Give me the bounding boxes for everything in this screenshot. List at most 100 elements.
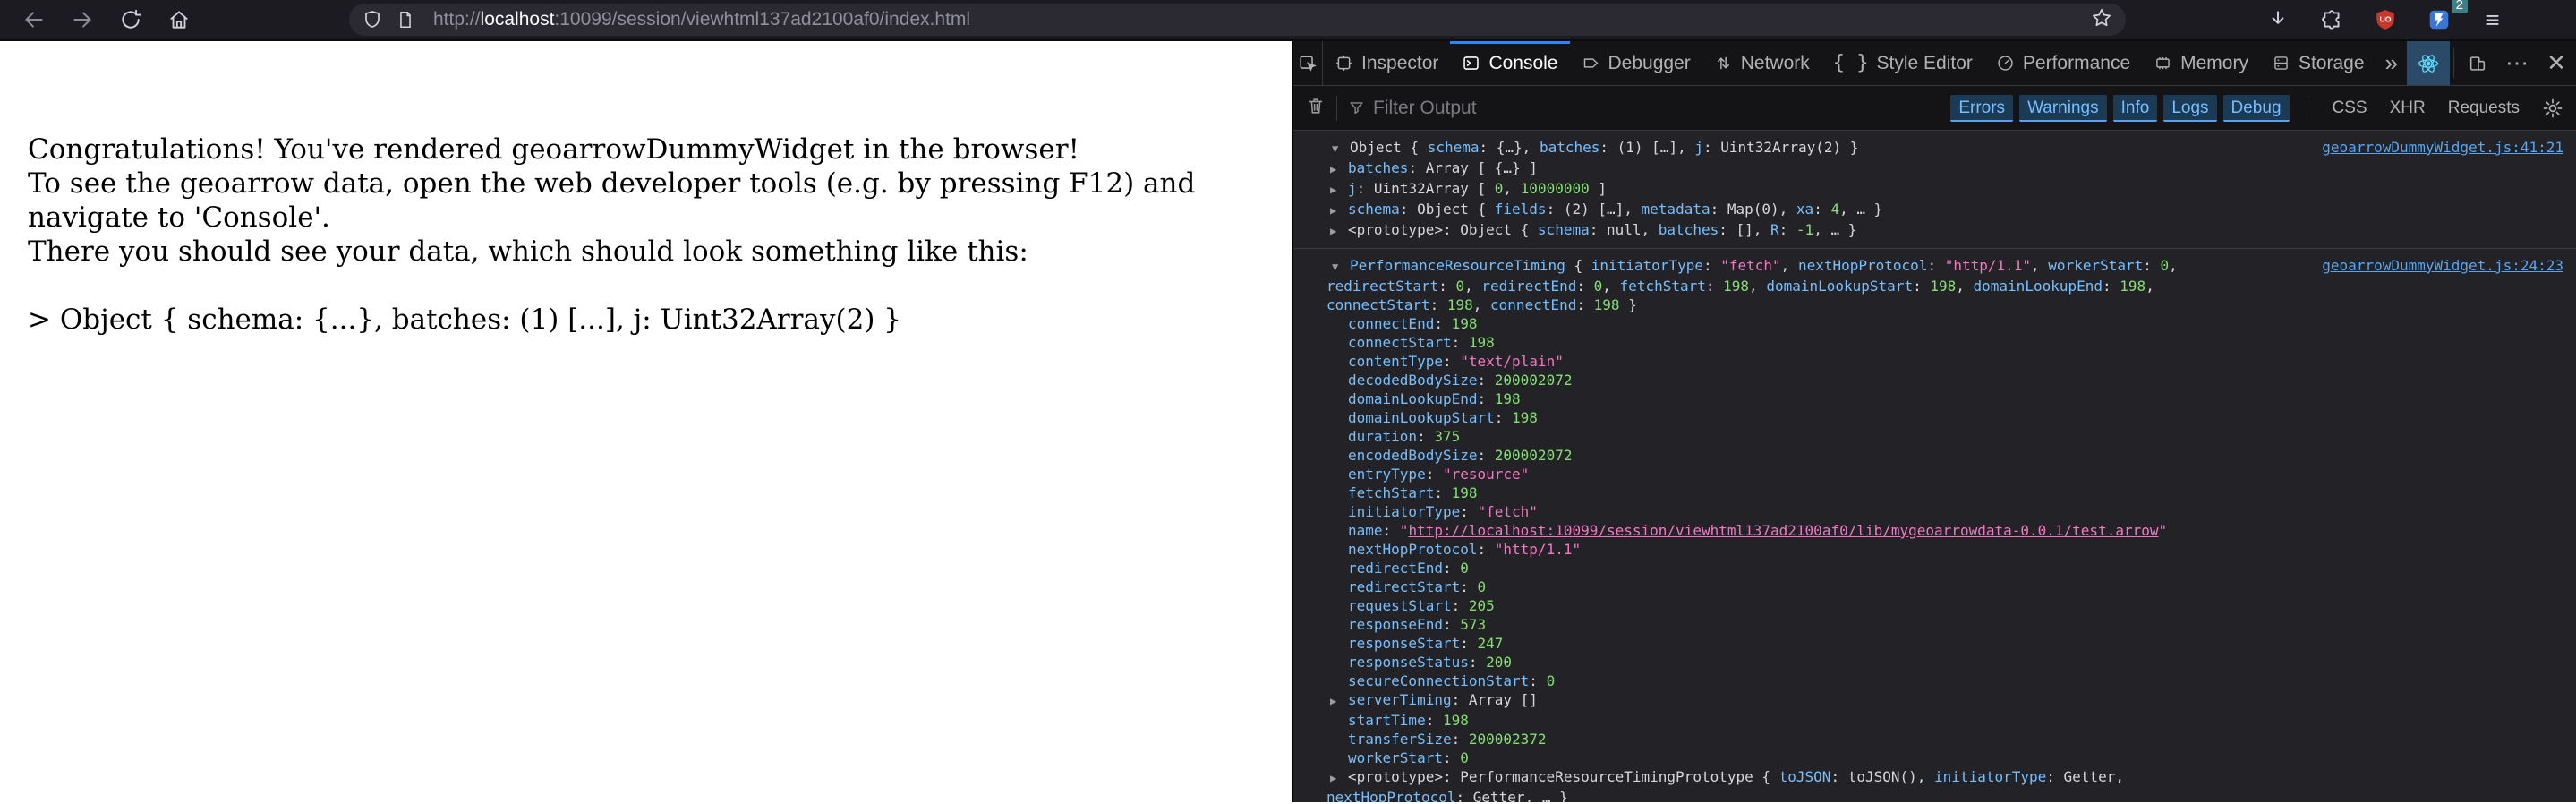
page-line: There you should see your data, which sh… xyxy=(28,235,1028,268)
divider xyxy=(1336,95,1337,121)
console-row: redirectEnd: 0 xyxy=(1348,560,1469,577)
clear-console-button[interactable] xyxy=(1306,96,1326,120)
filter-warnings[interactable]: Warnings xyxy=(2019,94,2107,122)
tab-style-editor[interactable]: { } Style Editor xyxy=(1821,41,1984,85)
console-row: ▶ <prototype>: Object { schema: null, bat… xyxy=(1326,220,2257,241)
bookmark-star-button[interactable] xyxy=(2090,6,2113,34)
console-filterbar: Filter Output Errors Warnings Info Logs … xyxy=(1293,86,2576,131)
expand-toggle-icon[interactable]: ▶ xyxy=(1330,769,1348,788)
tab-storage[interactable]: Storage xyxy=(2260,41,2376,85)
console-row: ▼ Object { schema: {…}, batches: (1) […],… xyxy=(1326,138,2257,158)
download-icon xyxy=(2272,11,2284,24)
tab-memory[interactable]: Memory xyxy=(2142,41,2260,85)
console-row: ▼ PerformanceResourceTiming { initiatorTy… xyxy=(1326,257,2178,313)
app-menu-button[interactable]: ≡ xyxy=(2473,4,2512,36)
react-devtools-button[interactable] xyxy=(2407,41,2450,85)
tab-console[interactable]: Console xyxy=(1450,41,1570,85)
filter-logs[interactable]: Logs xyxy=(2163,94,2217,122)
filter-xhr[interactable]: XHR xyxy=(2382,95,2434,122)
filter-css[interactable]: CSS xyxy=(2324,95,2376,122)
console-row: startTime: 198 xyxy=(1348,712,1469,729)
console-settings-button[interactable] xyxy=(2542,98,2563,119)
filter-input[interactable]: Filter Output xyxy=(1373,98,1477,119)
console-output: ▼ Object { schema: {…}, batches: (1) […],… xyxy=(1293,131,2576,802)
console-log-entry: ▼ Object { schema: {…}, batches: (1) […],… xyxy=(1293,131,2576,249)
filter-debug[interactable]: Debug xyxy=(2222,94,2290,122)
console-row: domainLookupStart: 198 xyxy=(1348,409,1538,426)
reload-icon xyxy=(122,9,141,29)
ublock-icon: UO xyxy=(2376,10,2394,30)
filter-chips: Errors Warnings Info Logs Debug CSS XHR … xyxy=(1950,94,2528,122)
divider xyxy=(2453,48,2454,78)
url-text[interactable]: http://localhost:10099/session/viewhtml1… xyxy=(433,9,970,30)
responsive-mode-button[interactable] xyxy=(2458,41,2497,85)
url-bar[interactable]: http://localhost:10099/session/viewhtml1… xyxy=(349,4,2126,36)
toolbar-right: UO 2 ≡ xyxy=(2258,0,2512,36)
more-tabs-button[interactable]: » xyxy=(2376,41,2407,85)
downloads-button[interactable] xyxy=(2258,4,2298,36)
gear-icon xyxy=(2543,98,2563,117)
expand-toggle-icon[interactable]: ▼ xyxy=(1332,140,1350,158)
tab-network[interactable]: Network xyxy=(1702,41,1821,85)
page-line: To see the geoarrow data, open the web d… xyxy=(28,167,1196,234)
url-host: localhost xyxy=(480,9,555,30)
console-row: connectStart: 198 xyxy=(1348,334,1495,351)
url-path: :10099/session/viewhtml137ad2100af0/inde… xyxy=(554,9,971,30)
window-content: Congratulations! You've rendered geoarro… xyxy=(0,41,2576,802)
filter-errors[interactable]: Errors xyxy=(1950,94,2014,122)
tab-debugger[interactable]: Debugger xyxy=(1570,41,1702,85)
devtools-panel: Inspector Console Debugger Network { } S… xyxy=(1292,41,2576,802)
console-row: ▶ serverTiming: Array [] xyxy=(1326,690,2257,711)
console-row: ▶ schema: Object { fields: (2) […], metad… xyxy=(1326,200,2257,220)
expand-toggle-icon[interactable]: ▶ xyxy=(1330,181,1348,200)
forward-button[interactable] xyxy=(63,4,102,36)
tab-performance[interactable]: Performance xyxy=(1984,41,2142,85)
memory-icon xyxy=(2156,56,2170,70)
extension-icon xyxy=(2429,10,2449,30)
console-row: nextHopProtocol: "http/1.1" xyxy=(1348,541,1582,558)
console-row: transferSize: 200002372 xyxy=(1348,731,1547,748)
expand-toggle-icon[interactable]: ▶ xyxy=(1330,222,1348,241)
tab-inspector[interactable]: Inspector xyxy=(1323,41,1450,85)
debugger-icon xyxy=(1583,58,1598,68)
pick-element-button[interactable] xyxy=(1293,41,1324,85)
console-row: domainLookupEnd: 198 xyxy=(1348,390,1521,407)
console-row: fetchStart: 198 xyxy=(1348,484,1478,501)
console-row: redirectStart: 0 xyxy=(1348,578,1487,595)
close-icon: ✕ xyxy=(2546,49,2566,76)
filter-requests[interactable]: Requests xyxy=(2440,95,2528,122)
expand-toggle-icon[interactable]: ▶ xyxy=(1330,692,1348,711)
reload-button[interactable] xyxy=(111,4,150,36)
expand-toggle-icon[interactable]: ▶ xyxy=(1330,201,1348,220)
back-button[interactable] xyxy=(14,4,54,36)
page-sample-output: > Object { schema: {...}, batches: (1) [… xyxy=(28,304,901,336)
star-icon xyxy=(2093,8,2111,26)
expand-toggle-icon[interactable]: ▶ xyxy=(1330,160,1348,179)
shield-icon[interactable] xyxy=(362,9,383,30)
ublock-extension-button[interactable]: UO xyxy=(2366,4,2405,36)
back-icon xyxy=(25,12,43,28)
source-location-link[interactable]: geoarrowDummyWidget.js:41:21 xyxy=(2322,138,2563,157)
performance-icon xyxy=(1998,56,2013,71)
extensions-button[interactable] xyxy=(2312,4,2351,36)
filter-info[interactable]: Info xyxy=(2112,94,2158,122)
console-row: responseStart: 247 xyxy=(1348,635,1504,652)
page-line: Congratulations! You've rendered geoarro… xyxy=(28,133,1079,166)
devtools-options-button[interactable]: ⋯ xyxy=(2497,41,2537,85)
home-button[interactable] xyxy=(159,4,199,36)
blue-extension-button[interactable]: 2 xyxy=(2419,0,2468,36)
devtools-close-button[interactable]: ✕ xyxy=(2537,41,2576,85)
filter-funnel-icon xyxy=(1350,102,1363,115)
devtools-toolbar-right: ⋯ ✕ xyxy=(2407,41,2576,85)
resource-url-link[interactable]: http://localhost:10099/session/viewhtml1… xyxy=(1408,522,2158,539)
console-row: ▶ batches: Array [ {…} ] xyxy=(1326,158,2257,179)
source-location-link[interactable]: geoarrowDummyWidget.js:24:23 xyxy=(2322,256,2563,275)
console-row: responseStatus: 200 xyxy=(1348,654,1513,671)
puzzle-icon xyxy=(2322,10,2340,30)
expand-toggle-icon[interactable]: ▼ xyxy=(1332,258,1350,277)
console-row: encodedBodySize: 200002072 xyxy=(1348,447,1573,464)
page-info-icon[interactable] xyxy=(396,10,415,30)
extension-badge: 2 xyxy=(2451,0,2468,13)
responsive-mode-icon xyxy=(2469,56,2486,71)
console-row: ▶ <prototype>: PerformanceResourceTimingP… xyxy=(1326,768,2124,802)
